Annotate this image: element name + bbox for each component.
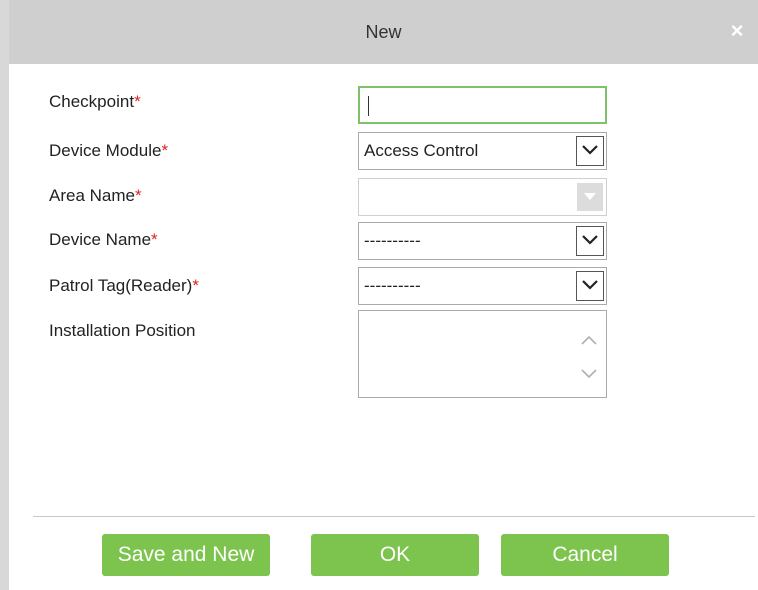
patrol-tag-select[interactable]: ---------- (358, 267, 607, 305)
window-left-edge (0, 0, 9, 590)
installation-position-textarea[interactable] (358, 310, 607, 398)
required-mark: * (134, 92, 141, 111)
area-name-label-text: Area Name (49, 186, 135, 205)
area-name-label: Area Name* (49, 186, 142, 206)
chevron-down-icon[interactable] (577, 183, 603, 211)
patrol-tag-label-text: Patrol Tag(Reader) (49, 276, 193, 295)
close-icon[interactable]: × (726, 20, 748, 42)
installation-position-label-text: Installation Position (49, 321, 196, 340)
required-mark: * (161, 141, 169, 160)
device-name-label: Device Name* (49, 230, 158, 250)
device-module-select[interactable]: Access Control (358, 132, 607, 170)
device-module-label: Device Module* (49, 141, 168, 161)
chevron-down-icon[interactable] (576, 136, 604, 166)
checkpoint-label: Checkpoint* (49, 92, 141, 112)
chevron-up-icon[interactable] (580, 333, 598, 345)
chevron-down-icon[interactable] (576, 271, 604, 301)
installation-position-label: Installation Position (49, 321, 195, 341)
checkpoint-label-text: Checkpoint (49, 92, 135, 111)
required-mark: * (134, 186, 142, 205)
footer-divider (33, 516, 755, 517)
dialog-titlebar: New × (9, 0, 758, 64)
device-name-value: ---------- (364, 231, 421, 250)
required-mark: * (192, 276, 199, 295)
area-name-select[interactable] (358, 178, 607, 216)
text-caret (368, 96, 369, 116)
dialog-title: New (365, 22, 402, 42)
chevron-down-icon[interactable] (580, 367, 598, 379)
device-module-value: Access Control (364, 141, 479, 160)
ok-button[interactable]: OK (311, 534, 479, 576)
chevron-down-icon[interactable] (576, 226, 604, 256)
patrol-tag-label: Patrol Tag(Reader)* (49, 276, 199, 296)
cancel-button[interactable]: Cancel (501, 534, 669, 576)
device-name-label-text: Device Name (49, 230, 152, 249)
patrol-tag-value: ---------- (364, 276, 421, 295)
new-checkpoint-dialog: New × Checkpoint* Device Module* Access … (9, 0, 758, 590)
save-and-new-button[interactable]: Save and New (102, 534, 270, 576)
required-mark: * (151, 230, 158, 249)
checkpoint-input[interactable] (358, 86, 607, 124)
device-module-label-text: Device Module (49, 141, 162, 160)
device-name-select[interactable]: ---------- (358, 222, 607, 260)
